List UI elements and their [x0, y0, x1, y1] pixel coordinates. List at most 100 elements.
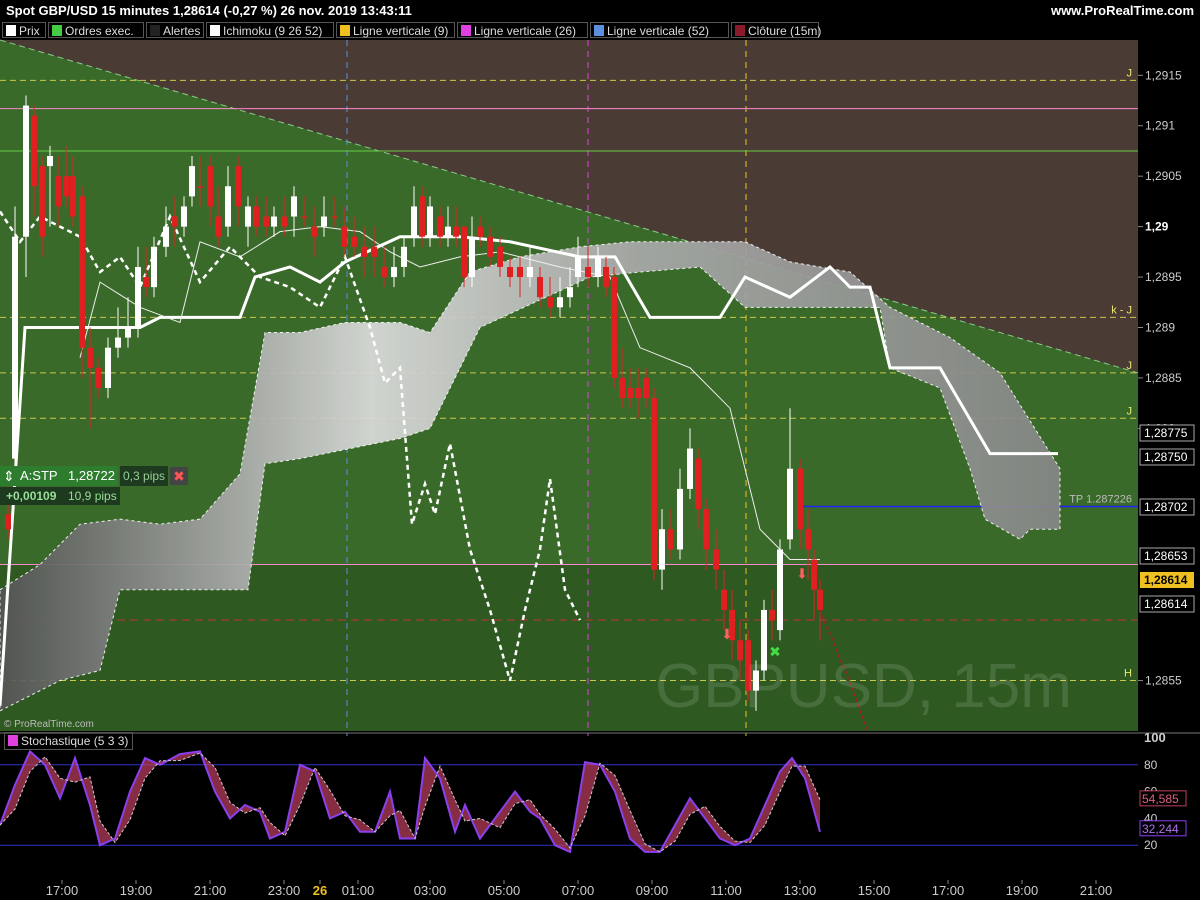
candle-body [797, 468, 803, 530]
close-icon[interactable]: ✖ [170, 467, 188, 485]
candle-body [87, 347, 93, 368]
candle-body [527, 266, 533, 278]
candle-body [547, 297, 553, 308]
candle-body [677, 488, 683, 550]
order-gain: +0,00109 [6, 489, 57, 503]
x-tick-label: 26 [313, 883, 327, 898]
candle-body [197, 186, 203, 188]
candle-body [215, 216, 221, 237]
candle-body [659, 529, 665, 570]
candle-body [635, 388, 641, 399]
stochastic-legend[interactable]: Stochastique (5 3 3) [4, 732, 134, 750]
x-tick-label: 17:00 [932, 883, 965, 898]
candle-body [507, 266, 513, 278]
candle-body [537, 277, 543, 298]
candle-body [811, 559, 817, 590]
candle-body [263, 216, 269, 227]
x-tick-label: 13:00 [784, 883, 817, 898]
x-tick-label: 05:00 [488, 883, 521, 898]
candle-body [427, 206, 433, 237]
y-tick-label: 1,2895 [1145, 270, 1182, 284]
candle-body [235, 166, 241, 207]
candle-body [70, 176, 76, 217]
candle-body [31, 115, 37, 187]
candle-body [151, 246, 157, 288]
candle-body [575, 256, 581, 278]
candle-body [703, 509, 709, 550]
price-tag-label: 1,28614 [1144, 597, 1188, 611]
candle-body [391, 266, 397, 278]
candle-body [595, 256, 601, 278]
candle-body [461, 226, 467, 278]
candle-body [651, 398, 657, 570]
candle-body [351, 236, 357, 247]
candle-body [331, 216, 337, 219]
candle-body [695, 458, 701, 510]
candle-body [163, 226, 169, 247]
order-gain-panel: +0,00109 10,9 pips [0, 487, 120, 505]
x-tick-label: 11:00 [710, 883, 742, 898]
price-tag-label: 1,28775 [1144, 426, 1188, 440]
candle-body [517, 266, 523, 278]
stoch-tick: 100 [1144, 730, 1166, 745]
stop-order-label[interactable]: ⇕ A:STP 1,28722 [0, 466, 118, 486]
candle-body [477, 226, 483, 237]
x-tick-label: 09:00 [636, 883, 669, 898]
x-tick-label: 21:00 [1080, 883, 1113, 898]
candle-body [627, 388, 633, 399]
stochastic-swatch [8, 735, 18, 746]
candle-body [777, 549, 783, 631]
sell-arrow-icon: ⬇ [721, 626, 733, 642]
candle-body [341, 226, 347, 247]
candle-body [401, 246, 407, 267]
candle-body [225, 186, 231, 227]
stoch-value-label: 54,585 [1142, 792, 1179, 806]
candle-body [63, 176, 69, 197]
y-tick-label: 1,2915 [1145, 68, 1182, 82]
price-tag-label: 1,28653 [1144, 549, 1188, 563]
watermark: GBPUSD, 15m [655, 652, 1072, 721]
y-tick-label: 1,2855 [1145, 674, 1182, 688]
candle-body [667, 529, 673, 550]
level-label-4: J [1127, 360, 1133, 372]
y-tick-label: 1,29 [1145, 220, 1169, 234]
candle-body [585, 266, 591, 278]
x-tick-label: 17:00 [46, 883, 79, 898]
candle-body [39, 166, 45, 237]
candle-body [207, 166, 213, 207]
candle-body [281, 216, 287, 227]
y-tick-label: 1,289 [1145, 320, 1175, 334]
candle-body [115, 337, 121, 348]
y-tick-label: 1,2885 [1145, 371, 1182, 385]
x-tick-label: 15:00 [858, 883, 891, 898]
candle-body [311, 226, 317, 237]
candle-body [603, 266, 609, 288]
price-tag-label: 1,28750 [1144, 450, 1188, 464]
candle-body [497, 246, 503, 267]
candle-body [713, 549, 719, 570]
candle-body [271, 216, 277, 227]
move-arrows-icon[interactable]: ⇕ [3, 466, 15, 486]
price-tag-label: 1,28614 [1144, 573, 1188, 587]
candle-body [79, 196, 85, 348]
candle-body [135, 266, 141, 328]
y-tick-label: 1,2905 [1145, 169, 1182, 183]
candle-body [321, 216, 327, 227]
candle-body [105, 347, 111, 389]
level-label-6: TP 1.287226 [1069, 493, 1132, 505]
candle-body [381, 266, 387, 278]
x-tick-label: 21:00 [194, 883, 227, 898]
candle-body [817, 589, 823, 610]
stoch-tick: 80 [1144, 758, 1158, 772]
x-tick-label: 03:00 [414, 883, 447, 898]
candle-body [253, 206, 259, 227]
price-chart[interactable]: Jk - JJJTP 1.287226H⬇⬇✖GBPUSD, 15m1,2915… [0, 0, 1200, 900]
stochastic-panel [0, 736, 1138, 880]
candle-body [557, 297, 563, 308]
stop-order-panel[interactable]: ⇕ A:STP 1,28722 0,3 pips ✖ +0,00109 10,9… [0, 466, 190, 506]
candle-body [143, 277, 149, 288]
price-tag-label: 1,28702 [1144, 500, 1188, 514]
candle-body [361, 246, 367, 257]
candle-body [55, 176, 61, 207]
level-label-5: J [1127, 405, 1133, 417]
